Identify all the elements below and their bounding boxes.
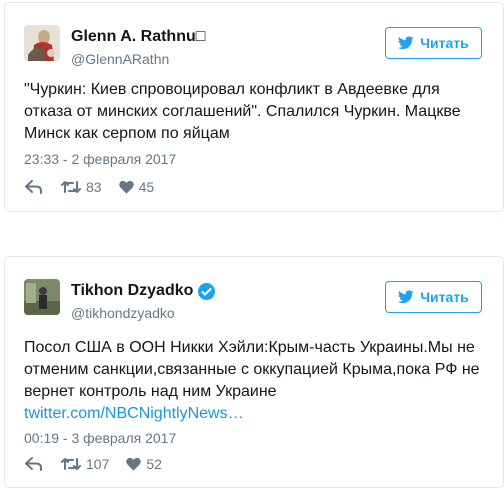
like-count: 52 — [146, 456, 162, 472]
retweet-icon — [61, 457, 81, 471]
avatar[interactable] — [24, 25, 60, 61]
tweet-card: Glenn A. Rathnu□ @GlennARathn Читать "Чу… — [4, 2, 504, 212]
heart-icon — [118, 180, 134, 194]
retweet-button[interactable]: 83 — [61, 179, 102, 195]
user-name[interactable]: Glenn A. Rathnu□ — [71, 28, 205, 46]
retweet-count: 107 — [86, 456, 110, 472]
like-button[interactable]: 52 — [126, 456, 162, 472]
user-name-text[interactable]: Tikhon Dzyadko — [71, 282, 193, 300]
follow-label: Читать — [420, 35, 469, 51]
follow-label: Читать — [420, 289, 469, 305]
user-name[interactable]: Tikhon Dzyadko — [71, 282, 216, 300]
heart-icon — [126, 457, 142, 471]
tweet-actions: 83 45 — [25, 179, 154, 195]
twitter-bird-icon — [398, 290, 414, 304]
tweet-timestamp[interactable]: 23:33 - 2 февраля 2017 — [24, 151, 176, 167]
like-button[interactable]: 45 — [118, 179, 155, 195]
user-name-text[interactable]: Glenn A. Rathnu□ — [71, 28, 205, 46]
tweet-card: Tikhon Dzyadko @tikhondzyadko Читать Пос… — [4, 256, 504, 488]
avatar[interactable] — [24, 279, 60, 315]
verified-badge-icon — [198, 282, 216, 300]
twitter-bird-icon — [398, 36, 414, 50]
like-count: 45 — [138, 179, 155, 195]
user-handle[interactable]: @tikhondzyadko — [71, 305, 175, 321]
tweet-actions: 107 52 — [25, 456, 162, 472]
reply-button[interactable] — [25, 457, 47, 471]
follow-button[interactable]: Читать — [385, 281, 482, 313]
tweet-text: Посол США в ООН Никки Хэйли:Крым-часть У… — [24, 337, 487, 425]
retweet-icon — [61, 180, 81, 194]
tweet-link[interactable]: twitter.com/NBCNightlyNews… — [24, 403, 487, 425]
user-handle[interactable]: @GlennARathn — [71, 51, 169, 67]
reply-icon — [25, 457, 42, 471]
tweet-text-body: Посол США в ООН Никки Хэйли:Крым-часть У… — [24, 339, 480, 400]
tweet-text: "Чуркин: Киев спровоцировал конфликт в А… — [24, 81, 461, 142]
reply-button[interactable] — [25, 180, 47, 194]
reply-icon — [25, 180, 42, 194]
retweet-count: 83 — [86, 179, 102, 195]
follow-button[interactable]: Читать — [385, 27, 482, 59]
tweet-timestamp[interactable]: 00:19 - 3 февраля 2017 — [24, 430, 176, 446]
retweet-button[interactable]: 107 — [61, 456, 109, 472]
